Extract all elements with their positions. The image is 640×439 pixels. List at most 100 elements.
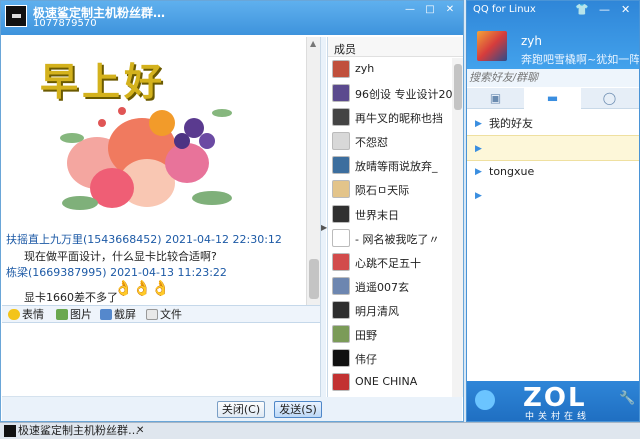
member-avatar: [332, 252, 350, 271]
member-avatar: [332, 349, 350, 368]
member-avatar: [332, 325, 350, 344]
tab-contacts[interactable]: ▣: [467, 88, 524, 109]
image-button[interactable]: 图片: [56, 307, 92, 322]
maximize-button[interactable]: □: [423, 4, 437, 16]
taskbar-chat-item[interactable]: 极速鲨定制主机粉丝群…: [2, 424, 139, 438]
contact-group[interactable]: ▶: [467, 135, 639, 161]
member-item[interactable]: 再牛叉的昵称也挡: [328, 105, 463, 129]
close-window-button[interactable]: ✕: [443, 4, 457, 16]
message-text: 显卡1660差不多了: [24, 291, 118, 304]
member-panel-splitter[interactable]: ▶: [320, 37, 327, 397]
chat-action-bar: 关闭(C) 发送(S): [2, 397, 462, 421]
qq-main-panel: QQ for Linux 👕 — ✕ zyh 奔跑吧雪橇啊~犹如一阵 ▣ ▬ ◯…: [466, 0, 640, 422]
close-chat-button[interactable]: 关闭(C): [217, 401, 265, 418]
member-scrollbar[interactable]: [452, 58, 463, 397]
message-sender[interactable]: 栋梁(1669387995) 2021-04-13 11:23:22: [6, 264, 227, 280]
taskbar-close-icon[interactable]: ✕: [136, 424, 144, 438]
member-item[interactable]: 逍遥007玄: [328, 274, 463, 298]
member-name: ONE CHINA: [355, 375, 418, 389]
message-scrollbar[interactable]: ▲: [306, 37, 320, 305]
file-icon: [146, 309, 158, 320]
qq-tab-bar: ▣ ▬ ◯: [467, 88, 639, 109]
member-name: zyh: [355, 62, 375, 75]
message-history[interactable]: 早上好 扶摇直上九万里(1543668452) 2021-04-12 22:30…: [2, 37, 306, 305]
group-label: tongxue: [489, 165, 535, 178]
chat-window: 极速鲨定制主机粉丝群… 1077879570 — □ ✕ 早上好 扶摇直上九万里…: [0, 0, 464, 422]
minimize-button[interactable]: —: [599, 3, 610, 16]
member-item[interactable]: 世界末日: [328, 202, 463, 226]
member-item[interactable]: 陨石ㅁ天际: [328, 177, 463, 201]
member-avatar: [332, 373, 350, 392]
watermark-caption: 中关村在线: [525, 412, 591, 422]
group-id: 1077879570: [33, 18, 97, 29]
scrollbar-thumb[interactable]: [454, 64, 462, 110]
member-item[interactable]: 伟仔: [328, 346, 463, 370]
member-item[interactable]: 不怨怼: [328, 129, 463, 153]
group-label: 我的好友: [489, 117, 533, 130]
taskbar: 极速鲨定制主机粉丝群… ✕: [0, 422, 640, 439]
member-name: 96创设 专业设计20: [355, 88, 453, 102]
contact-group[interactable]: ▶ tongxue: [467, 159, 639, 185]
member-name: 陨石ㅁ天际: [355, 184, 410, 198]
member-avatar: [332, 276, 350, 295]
member-item[interactable]: zyh: [328, 57, 463, 81]
user-avatar[interactable]: [477, 31, 507, 61]
scrollbar-thumb[interactable]: [309, 259, 319, 299]
wrench-icon[interactable]: 🔧: [619, 391, 635, 406]
chevron-right-icon: ▶: [475, 167, 482, 177]
group-avatar[interactable]: [5, 5, 27, 27]
member-list: 成员 zyh 96创设 专业设计20 再牛叉的昵称也挡不怨怼放晴等雨说放弃_ 陨石ㅁ天…: [327, 37, 463, 397]
contact-group[interactable]: ▶ 我的好友: [467, 111, 639, 137]
member-avatar: [332, 204, 350, 223]
taskbar-item-label: 极速鲨定制主机粉丝群…: [18, 424, 139, 437]
user-signature[interactable]: 奔跑吧雪橇啊~犹如一阵: [521, 51, 639, 67]
tab-recent[interactable]: ◯: [581, 88, 638, 109]
file-label: 文件: [160, 308, 182, 321]
qq-footer: ZOL 中关村在线 🔧: [467, 381, 639, 421]
member-avatar: [332, 60, 350, 78]
member-name: 田野: [355, 329, 377, 343]
member-avatar: [332, 180, 350, 199]
contact-group[interactable]: ▶: [467, 183, 639, 209]
group-icon: [4, 425, 16, 437]
member-item[interactable]: 田野: [328, 322, 463, 346]
minimize-button[interactable]: —: [403, 4, 417, 16]
message-input[interactable]: [2, 325, 320, 397]
smiley-icon: [8, 309, 20, 320]
picture-icon: [56, 309, 68, 320]
screenshot-label: 截屏: [114, 308, 136, 321]
member-item[interactable]: 明月清风: [328, 298, 463, 322]
member-name: 不怨怼: [355, 136, 388, 150]
emoji-button[interactable]: 表情: [8, 307, 44, 322]
qq-header: QQ for Linux 👕 — ✕ zyh 奔跑吧雪橇啊~犹如一阵: [467, 1, 639, 69]
image-label: 图片: [70, 308, 92, 321]
member-item[interactable]: 心跳不足五十: [328, 250, 463, 274]
message-sender[interactable]: 扶摇直上九万里(1543668452) 2021-04-12 22:30:12: [6, 231, 282, 247]
member-avatar: [332, 300, 350, 319]
chat-title-bar[interactable]: 极速鲨定制主机粉丝群… 1077879570 — □ ✕: [1, 1, 463, 35]
member-item[interactable]: - 网名被我吃了〃: [328, 226, 463, 250]
file-button[interactable]: 文件: [146, 307, 182, 322]
member-name: 逍遥007玄: [355, 280, 409, 294]
member-item[interactable]: 96创设 专业设计20: [328, 81, 463, 105]
member-item[interactable]: 放晴等雨说放弃_: [328, 153, 463, 177]
tab-chat[interactable]: ▬: [524, 88, 581, 109]
member-item[interactable]: ONE CHINA: [328, 370, 463, 394]
skin-icon[interactable]: 👕: [575, 3, 589, 16]
scroll-up-icon[interactable]: ▲: [310, 39, 316, 48]
search-input[interactable]: [467, 69, 639, 87]
member-name: 明月清风: [355, 304, 399, 318]
member-name: 心跳不足五十: [355, 256, 421, 270]
user-name: zyh: [521, 34, 543, 48]
chat-toolbar: 表情 图片 截屏 文件: [2, 305, 320, 323]
close-window-button[interactable]: ✕: [621, 3, 630, 16]
emoji-label: 表情: [22, 308, 44, 321]
main-menu-button[interactable]: [475, 390, 495, 410]
send-button[interactable]: 发送(S): [274, 401, 322, 418]
member-list-header: 成员: [328, 37, 463, 57]
chevron-right-icon: ▶: [475, 191, 482, 201]
screenshot-button[interactable]: 截屏: [100, 307, 136, 322]
member-avatar: [332, 156, 350, 175]
member-avatar: [332, 108, 350, 127]
flower-bouquet-image: [60, 107, 232, 210]
